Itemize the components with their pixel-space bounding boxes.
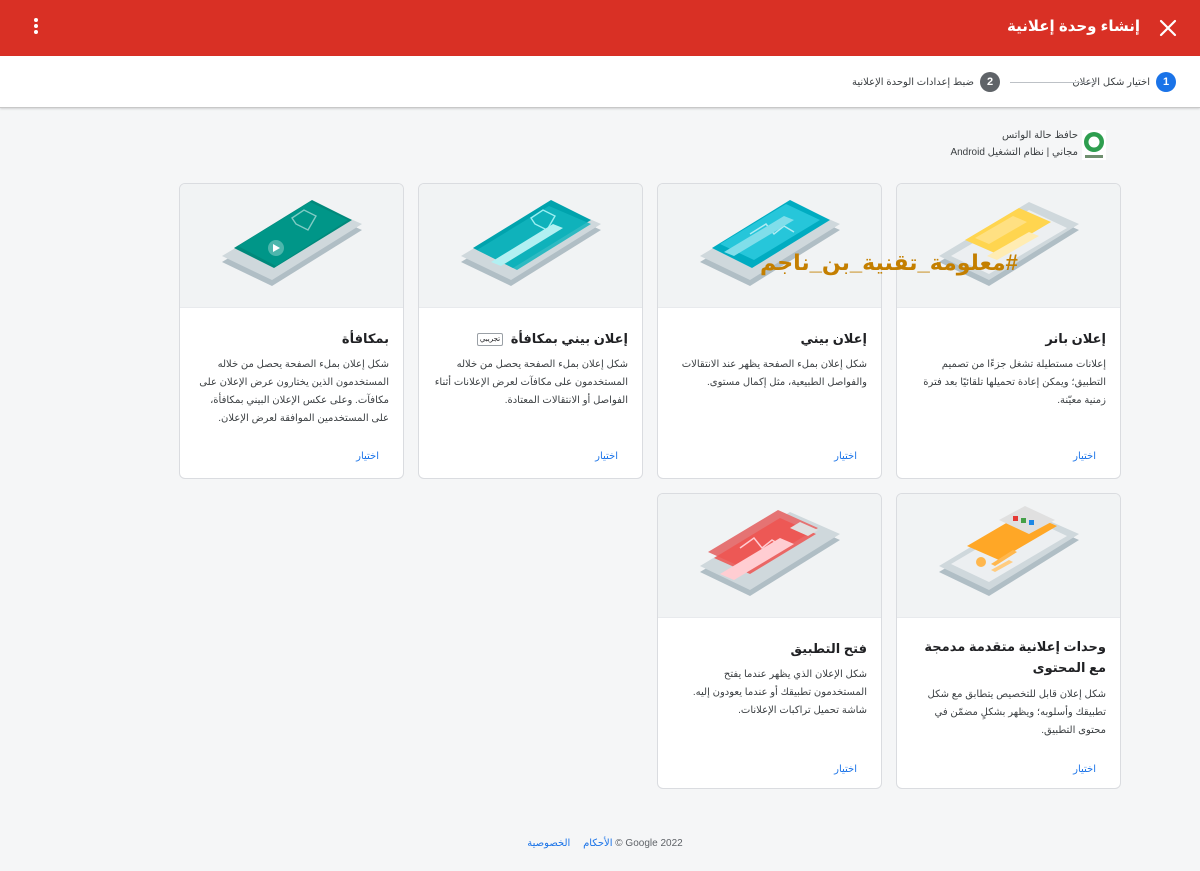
card-title: إعلان بانر xyxy=(1045,331,1106,346)
step-number: 2 xyxy=(980,72,1000,92)
rewarded-illustration xyxy=(180,184,403,308)
more-vert-icon[interactable] xyxy=(26,14,46,42)
card-title: إعلان بيني xyxy=(800,331,867,346)
select-button[interactable]: اختيار xyxy=(356,451,379,462)
card-title: بمكافأة xyxy=(341,331,389,346)
interstitial-illustration xyxy=(658,184,881,308)
select-button[interactable]: اختيار xyxy=(595,451,618,462)
watermark-text: #معلومة_تقنية_بن_ناجم xyxy=(760,250,1018,275)
card-title: وحدات إعلانية متقدمة مدمجة مع المحتوى xyxy=(924,639,1106,675)
close-icon[interactable] xyxy=(1156,16,1180,40)
select-button[interactable]: اختيار xyxy=(1073,451,1096,462)
card-description: شكل إعلان بملء الصفحة يحصل من خلاله المس… xyxy=(199,359,389,424)
select-button[interactable]: اختيار xyxy=(834,451,857,462)
step-number: 1 xyxy=(1156,72,1176,92)
card-interstitial[interactable]: إعلان بيني شكل إعلان بملء الصفحة يظهر عن… xyxy=(657,183,882,479)
card-rewarded[interactable]: بمكافأة شكل إعلان بملء الصفحة يحصل من خل… xyxy=(179,183,404,479)
card-description: شكل الإعلان الذي يظهر عندما يفتح المستخد… xyxy=(692,669,867,716)
select-button[interactable]: اختيار xyxy=(1073,764,1096,775)
card-title-text: إعلان بيني بمكافأة xyxy=(510,331,628,346)
step-connector xyxy=(1010,82,1096,83)
rewarded-interstitial-illustration xyxy=(419,184,642,308)
select-button[interactable]: اختيار xyxy=(834,764,857,775)
card-description: إعلانات مستطيلة تشغل جزءًا من تصميم التط… xyxy=(923,359,1106,406)
app-info: حافظ حالة الواتس مجاني | نظام التشغيل An… xyxy=(950,130,1078,158)
terms-link[interactable]: الأحكام xyxy=(583,838,612,849)
app-meta: مجاني | نظام التشغيل Android xyxy=(950,147,1078,158)
copyright-text: © Google 2022 xyxy=(615,838,683,849)
app-open-illustration xyxy=(658,494,881,618)
beta-badge: تجريبي xyxy=(476,333,504,347)
app-icon xyxy=(1082,130,1106,160)
card-rewarded-interstitial[interactable]: إعلان بيني بمكافأة تجريبي شكل إعلان بملء… xyxy=(418,183,643,479)
card-description: شكل إعلان قابل للتخصيص يتطابق مع شكل تطب… xyxy=(927,689,1106,736)
card-native-advanced[interactable]: وحدات إعلانية متقدمة مدمجة مع المحتوى شك… xyxy=(896,493,1121,789)
card-title: إعلان بيني بمكافأة تجريبي xyxy=(433,328,628,349)
page-title: إنشاء وحدة إعلانية xyxy=(1007,18,1140,35)
app-name: حافظ حالة الواتس xyxy=(1002,130,1078,141)
card-banner[interactable]: إعلان بانر إعلانات مستطيلة تشغل جزءًا من… xyxy=(896,183,1121,479)
card-app-open[interactable]: فتح التطبيق شكل الإعلان الذي يظهر عندما … xyxy=(657,493,882,789)
card-description: شكل إعلان بملء الصفحة يظهر عند الانتقالا… xyxy=(681,359,867,388)
step-configure[interactable]: 2 ضبط إعدادات الوحدة الإعلانية xyxy=(852,71,1000,93)
card-description: شكل إعلان بملء الصفحة يحصل من خلاله المس… xyxy=(434,359,628,406)
banner-illustration xyxy=(897,184,1120,308)
native-illustration xyxy=(897,494,1120,618)
app-header: إنشاء وحدة إعلانية xyxy=(0,0,1200,56)
step-label: ضبط إعدادات الوحدة الإعلانية xyxy=(852,76,974,88)
stepper: 1 اختيار شكل الإعلان 2 ضبط إعدادات الوحد… xyxy=(0,56,1200,108)
privacy-link[interactable]: الخصوصية xyxy=(527,838,570,849)
footer: الأحكام الخصوصية © Google 2022 xyxy=(0,838,1200,849)
card-title: فتح التطبيق xyxy=(790,641,867,656)
